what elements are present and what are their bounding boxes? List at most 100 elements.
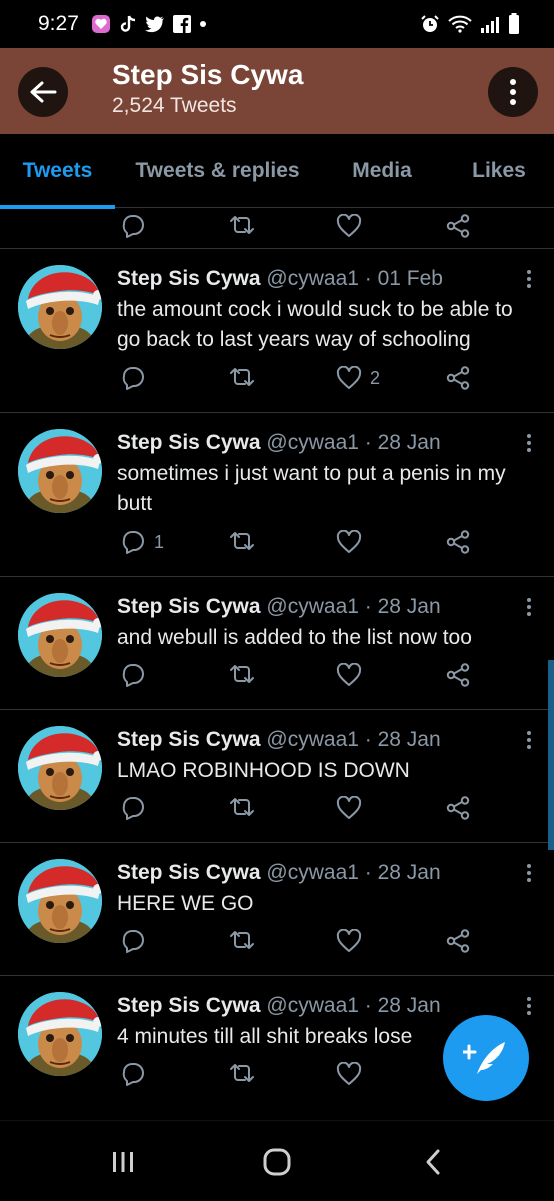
retweet-icon [230, 368, 254, 386]
reply-button[interactable] [120, 929, 154, 953]
tweet-more-button[interactable] [526, 730, 532, 755]
retweet-button[interactable] [228, 214, 256, 236]
share-icon [446, 366, 470, 390]
retweet-button[interactable] [228, 796, 256, 818]
retweet-button[interactable] [228, 929, 256, 951]
tweet-more-button[interactable] [526, 433, 532, 458]
profile-header: Step Sis Cywa 2,524 Tweets [0, 48, 554, 134]
tab-tweets-replies[interactable]: Tweets & replies [115, 134, 320, 208]
avatar[interactable] [18, 265, 102, 349]
tweet-header: Step Sis Cywa @cywaa1 · 28 Jan [117, 593, 441, 621]
tweet-more-button[interactable] [526, 863, 532, 888]
tweet-more-icon [527, 434, 531, 452]
back-button[interactable] [18, 67, 68, 117]
wifi-icon [448, 15, 472, 33]
share-icon [446, 530, 470, 554]
tweet[interactable]: Step Sis Cywa @cywaa1 · 28 Jan and webull… [0, 576, 554, 709]
tab-media[interactable]: Media [320, 134, 444, 208]
compose-icon [463, 1042, 505, 1074]
tweet-handle-date: @cywaa1 · 28 Jan [266, 861, 441, 884]
recent-apps-button[interactable] [103, 1145, 143, 1179]
tweet-author-name[interactable]: Step Sis Cywa [117, 431, 261, 454]
tweet[interactable]: Step Sis Cywa @cywaa1 · 28 Jan LMAO ROBIN… [0, 709, 554, 842]
share-button[interactable] [445, 530, 471, 554]
tweet-more-icon [527, 731, 531, 749]
tweet-more-button[interactable] [526, 269, 532, 294]
profile-tabs: Tweets Tweets & replies Media Likes [0, 134, 554, 209]
like-icon [336, 1062, 362, 1085]
reply-button[interactable] [120, 366, 154, 390]
like-button[interactable] [336, 663, 370, 687]
tweet[interactable]: Step Sis Cywa @cywaa1 · 28 Jan sometimes … [0, 412, 554, 576]
tweet-header: Step Sis Cywa @cywaa1 · 28 Jan [117, 429, 441, 457]
dot-icon [199, 20, 207, 28]
retweet-button[interactable] [228, 530, 256, 552]
share-button[interactable] [445, 366, 471, 390]
reply-icon [122, 215, 144, 238]
more-options-button[interactable] [488, 67, 538, 117]
facebook-icon [172, 15, 191, 33]
share-button[interactable] [445, 929, 471, 953]
tweet[interactable]: Step Sis Cywa @cywaa1 · 01 Feb the amount… [0, 248, 554, 412]
tweet-handle-date: @cywaa1 · 28 Jan [266, 994, 441, 1017]
twitter-icon [144, 15, 165, 33]
like-button[interactable] [336, 796, 370, 820]
like-button[interactable] [336, 530, 370, 554]
retweet-icon [230, 798, 254, 816]
tiktok-icon [119, 14, 137, 34]
alarm-icon [420, 14, 440, 34]
tweet-actions: 1 [0, 530, 554, 564]
like-button[interactable]: 2 [336, 366, 380, 390]
scroll-indicator[interactable] [548, 660, 554, 850]
share-button[interactable] [445, 663, 471, 687]
reply-button[interactable] [120, 796, 154, 820]
like-icon [336, 929, 362, 952]
home-button[interactable] [257, 1145, 297, 1179]
tweet-author-name[interactable]: Step Sis Cywa [117, 267, 261, 290]
retweet-icon [230, 665, 254, 683]
tweet-more-icon [527, 997, 531, 1015]
tweet-handle-date: @cywaa1 · 28 Jan [266, 728, 441, 751]
tweet-handle-date: @cywaa1 · 28 Jan [266, 595, 441, 618]
back-nav-icon [426, 1149, 440, 1175]
like-button[interactable] [336, 1062, 370, 1086]
retweet-button[interactable] [228, 1062, 256, 1084]
tweet-author-name[interactable]: Step Sis Cywa [117, 861, 261, 884]
reply-button[interactable] [120, 214, 146, 238]
compose-tweet-button[interactable] [443, 1015, 529, 1101]
retweet-button[interactable] [228, 663, 256, 685]
tweet-author-name[interactable]: Step Sis Cywa [117, 994, 261, 1017]
like-button[interactable] [336, 929, 370, 953]
back-nav-button[interactable] [413, 1145, 453, 1179]
home-icon [263, 1148, 291, 1176]
like-icon [336, 214, 362, 237]
reply-button[interactable] [120, 663, 154, 687]
tweet-actions [0, 796, 554, 830]
app-notification-icon [91, 14, 111, 34]
like-count: 2 [370, 367, 381, 388]
reply-button[interactable] [120, 1062, 154, 1086]
tab-likes[interactable]: Likes [444, 134, 554, 208]
tweet[interactable]: Step Sis Cywa @cywaa1 · 28 Jan HERE WE GO [0, 842, 554, 975]
tweet-more-button[interactable] [526, 597, 532, 622]
tweet-handle-date: @cywaa1 · 01 Feb [266, 267, 443, 290]
reply-icon [122, 531, 144, 554]
like-icon [336, 663, 362, 686]
tweet-header: Step Sis Cywa @cywaa1 · 01 Feb [117, 265, 443, 293]
tweet-more-button[interactable] [526, 996, 532, 1021]
tweet-author-name[interactable]: Step Sis Cywa [117, 595, 261, 618]
tweet-text: HERE WE GO [117, 892, 254, 915]
tweet-author-name[interactable]: Step Sis Cywa [117, 728, 261, 751]
tab-tweets[interactable]: Tweets [0, 134, 115, 209]
share-icon [446, 214, 470, 238]
system-nav-bar [0, 1120, 554, 1201]
reply-button[interactable]: 1 [120, 530, 164, 554]
tweet-text: the amount cock i would suck to be able … [117, 298, 513, 351]
signal-icon [480, 15, 500, 33]
share-button[interactable] [445, 214, 471, 238]
share-button[interactable] [445, 796, 471, 820]
share-icon [446, 796, 470, 820]
avatar[interactable] [18, 429, 102, 513]
retweet-button[interactable] [228, 366, 256, 388]
like-button[interactable] [336, 214, 362, 238]
